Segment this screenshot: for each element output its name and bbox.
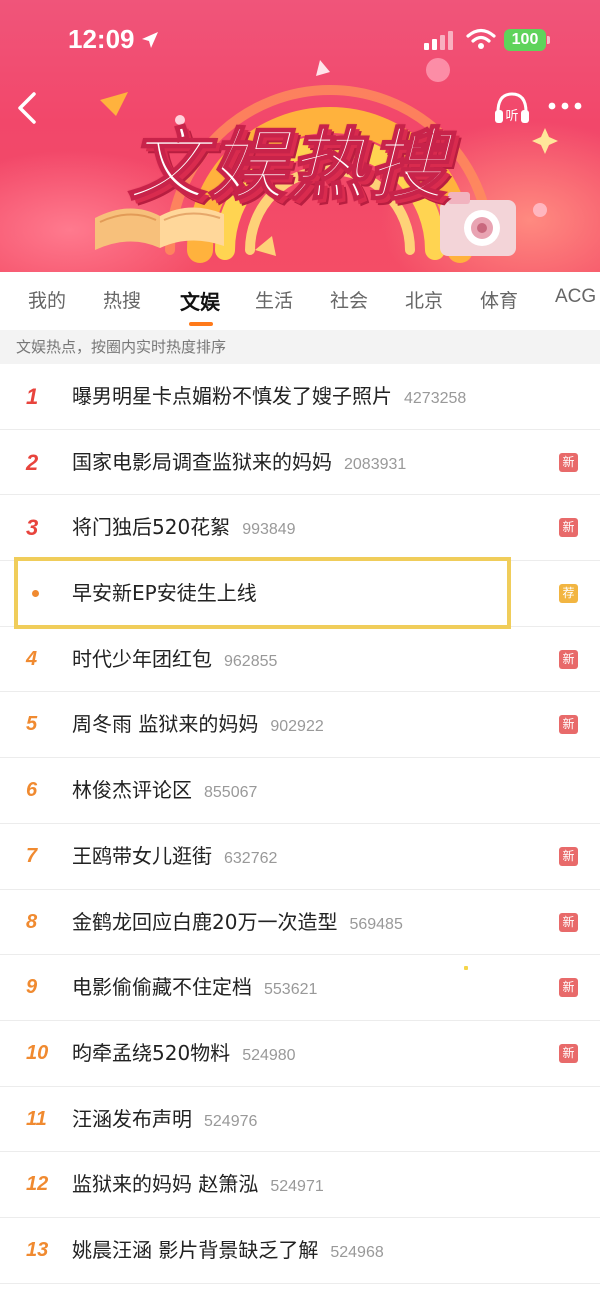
rank-number: 8 [26,910,38,933]
topic-title: 时代少年团红包 962855 [72,646,278,671]
heat-count: 962855 [224,652,278,670]
rank-number: 2 [26,449,39,475]
battery-tip [547,36,550,44]
rank-number: 5 [26,713,38,736]
topic-title: 电影偷偷藏不住定档 553621 [72,975,318,1000]
tab-life[interactable]: 生活 [255,286,293,313]
list-item[interactable]: 13 姚晨汪涵 影片背景缺乏了解 524968 [0,1218,600,1284]
status-time: 12:09 [68,24,135,54]
ranking-hint: 文娱热点，按圈内实时热度排序 [0,330,600,364]
wifi-icon [466,28,496,49]
list-item[interactable]: 12 监狱来的妈妈 赵箫泓 524971 [0,1152,600,1218]
tab-mine[interactable]: 我的 [28,286,66,313]
list-item[interactable]: 3 将门独后520花絮 993849 新 [0,495,600,562]
listen-button[interactable]: 听 [492,88,532,128]
heat-count: 993849 [242,521,296,539]
heat-count: 553621 [264,981,318,999]
rank-number: 11 [26,1107,47,1130]
new-badge: 新 [559,649,578,669]
topic-title: 林俊杰评论区 855067 [72,778,258,803]
banner-title: 文娱热搜 [127,120,449,212]
topic-title: 王鸥带女儿逛街 632762 [72,843,278,868]
rank-number: 9 [26,976,38,999]
topic-title: 汪涵发布声明 524976 [72,1106,258,1131]
list-item[interactable]: 10 昀牵孟绕520物料 524980 新 [0,1021,600,1087]
rank-number: 7 [26,844,38,867]
new-badge: 新 [559,715,578,735]
active-tab-indicator [189,322,213,326]
new-badge: 新 [559,978,578,998]
rank-number: 12 [26,1173,49,1196]
tab-acg[interactable]: ACG [555,286,596,308]
promoted-dot [32,590,39,598]
heat-count: 524980 [242,1046,296,1064]
heat-count: 902922 [270,718,324,736]
new-badge: 新 [559,452,578,472]
tab-hot-search[interactable]: 热搜 [103,286,141,313]
list-item[interactable]: 4 时代少年团红包 962855 新 [0,627,600,693]
header-banner: 文娱热搜 12:09 100 听 [0,0,600,272]
list-item[interactable]: 8 金鹤龙回应白鹿20万一次造型 569485 新 [0,890,600,956]
topic-title: 金鹤龙回应白鹿20万一次造型 569485 [72,909,403,934]
svg-text:听: 听 [505,109,518,124]
list-item[interactable]: 9 电影偷偷藏不住定档 553621 新 [0,955,600,1021]
new-badge: 新 [559,518,578,538]
tab-entertainment[interactable]: 文娱 [180,286,220,315]
list-item-promoted[interactable]: 早安新EP安徒生上线 荐 [0,557,600,630]
tab-society[interactable]: 社会 [330,286,368,313]
rank-number: 10 [26,1041,49,1064]
new-badge: 新 [559,846,578,866]
topic-title: 周冬雨 监狱来的妈妈 902922 [72,712,324,737]
rank-number: 4 [26,647,38,670]
heat-count: 2083931 [344,455,407,473]
topic-title: 早安新EP安徒生上线 [72,581,257,606]
heat-count: 524968 [330,1243,384,1261]
status-bar: 12:09 100 [0,0,600,80]
new-badge: 新 [559,912,578,932]
tab-sports[interactable]: 体育 [480,286,518,313]
heat-count: 524976 [204,1112,258,1130]
more-options-icon[interactable] [546,94,586,118]
list-item[interactable]: 5 周冬雨 监狱来的妈妈 902922 新 [0,692,600,759]
heat-count: 4273258 [404,390,467,407]
heat-count: 569485 [349,915,403,933]
rank-number: 6 [26,779,38,802]
heat-count: 632762 [224,849,278,867]
topic-title: 姚晨汪涵 影片背景缺乏了解 524968 [72,1237,384,1262]
list-item[interactable]: 6 林俊杰评论区 855067 [0,758,600,824]
stray-dot [464,966,468,970]
list-item[interactable]: 7 王鸥带女儿逛街 632762 新 [0,824,600,890]
tab-beijing[interactable]: 北京 [405,286,443,313]
heat-count: 855067 [204,784,258,802]
hot-search-list: 1 曝男明星卡点媚粉不慎发了嫂子照片 4273258 2 国家电影局调查监狱来的妈… [0,364,600,1284]
battery-indicator: 100 [504,29,546,51]
rank-number: 1 [26,384,39,409]
topic-title: 昀牵孟绕520物料 524980 [72,1040,296,1065]
topic-title: 曝男明星卡点媚粉不慎发了嫂子照片 4273258 [72,384,467,408]
back-arrow-icon[interactable] [10,88,46,128]
new-badge: 新 [559,1043,578,1063]
topic-title: 国家电影局调查监狱来的妈妈 2083931 [72,449,407,474]
category-tabs: 我的 热搜 文娱 生活 社会 北京 体育 ACG [0,272,600,330]
list-item[interactable]: 11 汪涵发布声明 524976 [0,1087,600,1153]
rank-number: 13 [26,1238,49,1261]
heat-count: 524971 [270,1178,324,1196]
rank-number: 3 [26,515,39,541]
list-item[interactable]: 1 曝男明星卡点媚粉不慎发了嫂子照片 4273258 [0,364,600,430]
topic-title: 将门独后520花絮 993849 [72,515,296,540]
cellular-signal-icon [424,31,453,50]
location-arrow-icon [142,32,158,48]
list-item[interactable]: 2 国家电影局调查监狱来的妈妈 2083931 新 [0,430,600,496]
recommended-badge: 荐 [559,584,578,604]
topic-title: 监狱来的妈妈 赵箫泓 524971 [72,1172,324,1197]
headphones-icon: 听 [495,92,529,124]
